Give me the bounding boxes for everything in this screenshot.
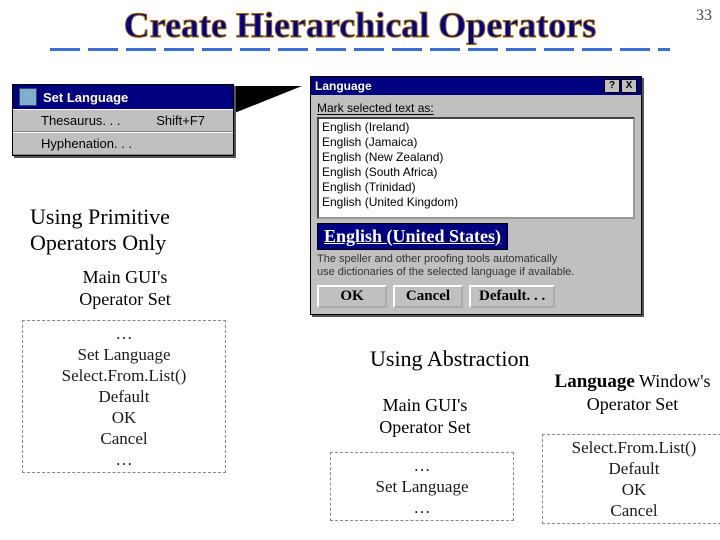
language-dialog: Language ? X Mark selected text as: Engl… [310,76,642,315]
hint-line: use dictionaries of the selected languag… [317,266,574,278]
list-item[interactable]: English (New Zealand) [322,150,630,165]
list-item[interactable]: English (United Kingdom) [322,195,630,210]
list-item: Set Language [337,476,507,497]
list-item: … [29,323,219,344]
abstraction-heading: Using Abstraction [370,346,530,372]
cancel-button[interactable]: Cancel [393,285,463,308]
list-item: … [337,497,507,518]
list-item: OK [29,407,219,428]
list-item: Select.From.List() [29,365,219,386]
hint-line: The speller and other proofing tools aut… [317,253,557,265]
list-item: Set Language [29,344,219,365]
list-item: Default [549,458,719,479]
language-listbox[interactable]: English (Ireland) English (Jamaica) Engl… [317,117,635,219]
word-language-menu: Set Language Thesaurus. . . Shift+F7 Hyp… [12,84,234,156]
globe-icon [19,88,37,106]
primitive-operator-list: … Set Language Select.From.List() Defaul… [22,320,226,473]
slide-number: 33 [696,7,712,25]
list-item: … [337,455,507,476]
list-item[interactable]: English (Ireland) [322,120,630,135]
selected-language: English (United States) [317,223,508,250]
ok-button[interactable]: OK [317,285,387,308]
callout-arrow [232,86,302,114]
list-item: Select.From.List() [549,437,719,458]
abstraction-main-operator-list: … Set Language … [330,452,514,521]
menu-item-label: Hyphenation. . . [41,136,132,151]
slide-title: Create Hierarchical Operators [0,4,720,46]
list-item: Cancel [549,500,719,521]
dialog-title: Language [315,79,372,93]
menu-item-accel: Shift+F7 [156,113,205,128]
list-item[interactable]: English (South Africa) [322,165,630,180]
list-item[interactable]: English (Trinidad) [322,180,630,195]
language-window-operator-list: Select.From.List() Default OK Cancel [542,434,720,524]
dialog-button-row: OK Cancel Default. . . [317,285,635,308]
dialog-titlebar: Language ? X [311,77,641,95]
list-item: Cancel [29,428,219,449]
menu-item-label: Thesaurus. . . [41,113,120,128]
language-window-opset-label: Language Window's Operator Set [540,370,720,415]
menu-item-set-language[interactable]: Set Language [13,85,233,109]
list-item: Default [29,386,219,407]
menu-item-label: Set Language [43,90,128,105]
menu-item-hyphenation[interactable]: Hyphenation. . . [13,132,233,155]
default-button[interactable]: Default. . . [469,285,555,308]
primitive-heading: Using Primitive Operators Only [30,204,170,256]
list-item[interactable]: English (Jamaica) [322,135,630,150]
close-icon[interactable]: X [621,79,637,93]
menu-item-thesaurus[interactable]: Thesaurus. . . Shift+F7 [13,109,233,132]
main-opset-label-left: Main GUI's Operator Set [40,266,210,310]
help-icon[interactable]: ? [604,79,620,93]
dialog-label: Mark selected text as: [317,101,635,115]
list-item: … [29,449,219,470]
dialog-hint: The speller and other proofing tools aut… [317,253,635,279]
main-opset-label-right: Main GUI's Operator Set [335,394,515,438]
title-underline [50,48,670,51]
list-item: OK [549,479,719,500]
